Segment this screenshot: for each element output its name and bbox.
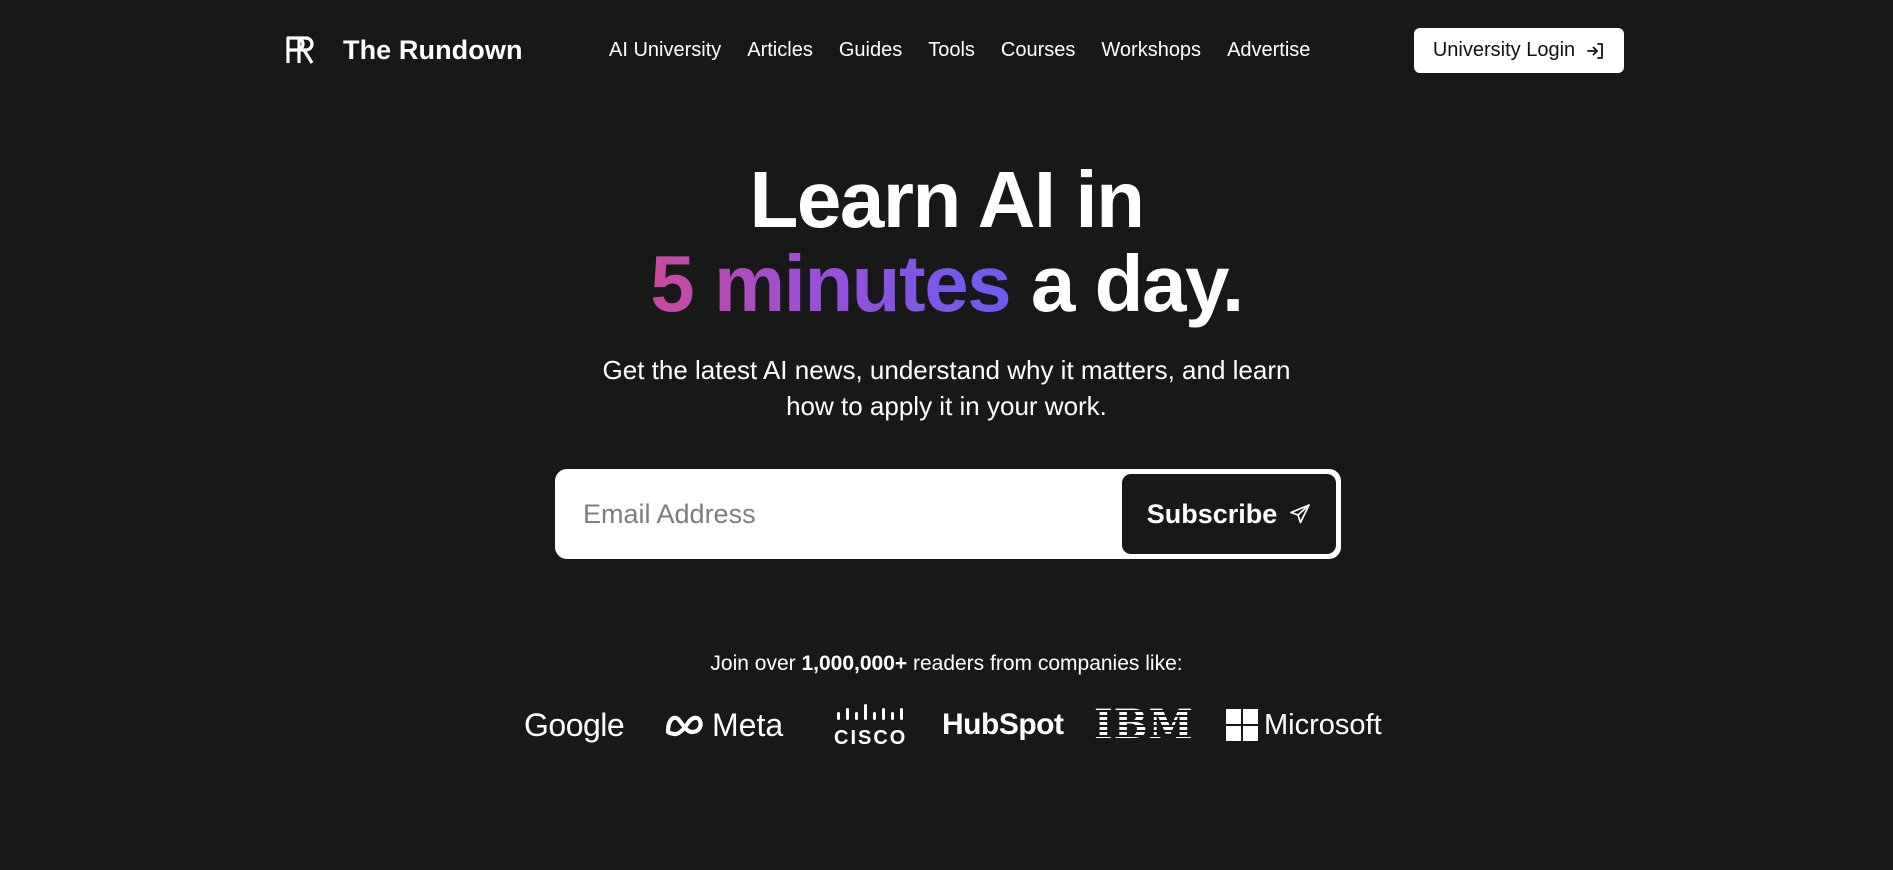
nav-articles[interactable]: Articles	[747, 39, 813, 62]
hero-subtitle-line1: Get the latest AI news, understand why i…	[602, 355, 1291, 385]
nav-tools[interactable]: Tools	[928, 39, 975, 62]
ibm-stripes: IBM	[1092, 705, 1196, 745]
login-arrow-icon	[1585, 41, 1605, 61]
ibm-logo: IBM	[1092, 700, 1196, 750]
site-header: The Rundown AI University Articles Guide…	[0, 0, 1893, 100]
hubspot-logo: HubSpot	[942, 700, 1064, 750]
social-proof-prefix: Join over	[710, 652, 802, 675]
brand-name: The Rundown	[343, 34, 523, 65]
hero-title: Learn AI in 5 minutes a day.	[0, 158, 1893, 326]
subscribe-button[interactable]: Subscribe	[1122, 474, 1336, 554]
hero-title-line1: Learn AI in	[749, 155, 1145, 244]
ibm-wordmark: IBM	[1094, 701, 1194, 748]
meta-infinity-icon	[664, 712, 706, 738]
cisco-wordmark: CISCO	[834, 726, 908, 749]
social-proof-text: Join over 1,000,000+ readers from compan…	[0, 652, 1893, 676]
brand-home-link[interactable]: The Rundown	[284, 32, 523, 68]
subscribe-form: Subscribe	[555, 469, 1341, 559]
nav-courses[interactable]: Courses	[1001, 39, 1075, 62]
hero-title-highlight: 5 minutes	[650, 239, 1011, 328]
university-login-button[interactable]: University Login	[1414, 28, 1624, 73]
meta-wordmark: Meta	[712, 706, 784, 743]
cisco-logo: CISCO	[834, 700, 907, 750]
rundown-logo-icon	[284, 34, 316, 66]
hubspot-wordmark: HubSpot	[942, 708, 1064, 741]
page: The Rundown AI University Articles Guide…	[0, 0, 1893, 870]
microsoft-wordmark: Microsoft	[1264, 708, 1382, 741]
nav-workshops[interactable]: Workshops	[1101, 39, 1201, 62]
microsoft-logo: Microsoft	[1226, 700, 1382, 750]
nav-guides[interactable]: Guides	[839, 39, 902, 62]
reader-count: 1,000,000+	[801, 652, 908, 675]
hero-title-rest: a day.	[1010, 239, 1244, 328]
google-logo: Google	[524, 700, 625, 750]
meta-logo: Meta	[664, 700, 783, 750]
paper-plane-icon	[1289, 503, 1311, 525]
social-proof-suffix: readers from companies like:	[907, 652, 1183, 675]
google-wordmark: Google	[524, 706, 625, 743]
university-login-label: University Login	[1432, 39, 1576, 61]
nav-advertise[interactable]: Advertise	[1227, 39, 1310, 62]
company-logos: Google Meta CISCO HubSpot IBM Microsoft	[0, 700, 1893, 750]
hero-subtitle: Get the latest AI news, understand why i…	[560, 352, 1333, 424]
subscribe-label: Subscribe	[1146, 498, 1278, 529]
nav-ai-university[interactable]: AI University	[609, 39, 721, 62]
main-nav: AI University Articles Guides Tools Cour…	[609, 36, 1310, 64]
email-input[interactable]	[560, 474, 1122, 554]
cisco-bars-icon	[836, 703, 906, 726]
hero-title-line2: 5 minutes a day.	[0, 242, 1893, 326]
hero-subtitle-line2: how to apply it in your work.	[786, 391, 1107, 421]
microsoft-squares-icon	[1226, 709, 1258, 741]
